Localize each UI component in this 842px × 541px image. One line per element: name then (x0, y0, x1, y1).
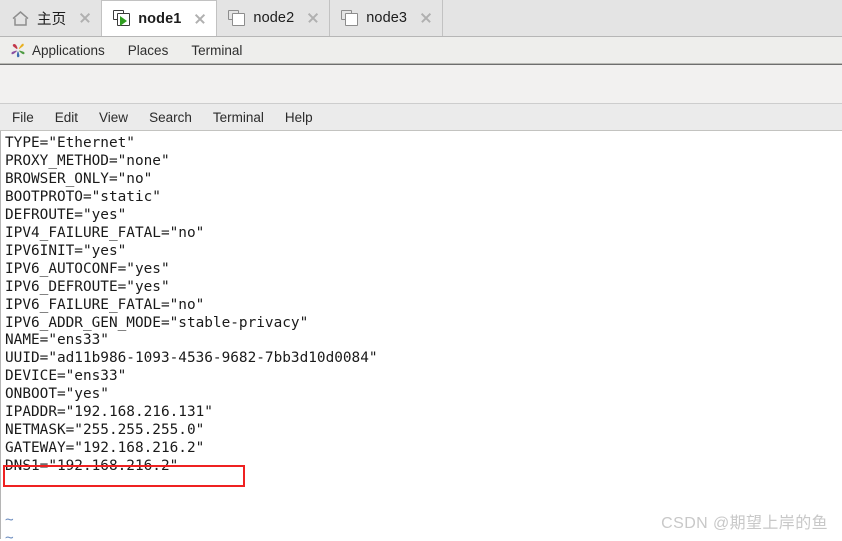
close-icon[interactable] (78, 11, 92, 25)
tab-node1[interactable]: node1 (101, 0, 218, 36)
terminal-menubar: File Edit View Search Terminal Help (0, 104, 842, 131)
running-indicator-icon (120, 16, 128, 26)
watermark: CSDN @期望上岸的鱼 (661, 515, 828, 532)
menu-help[interactable]: Help (285, 110, 313, 125)
tab-node1-label: node1 (138, 10, 182, 27)
tab-bar-empty-area (442, 0, 842, 36)
tab-node3[interactable]: node3 (329, 0, 444, 36)
menu-terminal[interactable]: Terminal (213, 110, 264, 125)
window-icon (341, 9, 359, 27)
menu-search[interactable]: Search (149, 110, 192, 125)
tab-home[interactable]: 主页 (0, 0, 103, 36)
menu-file[interactable]: File (12, 110, 34, 125)
pinwheel-icon (10, 42, 26, 58)
menu-view[interactable]: View (99, 110, 128, 125)
close-icon[interactable] (193, 12, 207, 26)
gnome-menu-places[interactable]: Places (128, 43, 182, 58)
terminal-titlebar (0, 64, 842, 104)
vim-empty-line-markers: ~ ~ ~ (5, 511, 14, 539)
terminal-window: File Edit View Search Terminal Help TYPE… (0, 64, 842, 541)
gnome-menu-applications[interactable]: Applications (32, 43, 118, 58)
tab-node2-label: node2 (253, 10, 295, 26)
window-icon (228, 9, 246, 27)
close-icon[interactable] (419, 11, 433, 25)
tab-bar: 主页 node1 node2 node3 (0, 0, 842, 37)
terminal-file-content: TYPE="Ethernet" PROXY_METHOD="none" BROW… (5, 135, 378, 475)
close-icon[interactable] (306, 11, 320, 25)
gnome-panel: Applications Places Terminal (0, 37, 842, 64)
menu-edit[interactable]: Edit (55, 110, 78, 125)
home-icon (11, 10, 30, 27)
gnome-menu-terminal[interactable]: Terminal (191, 43, 255, 58)
terminal-output-area[interactable]: TYPE="Ethernet" PROXY_METHOD="none" BROW… (0, 131, 842, 539)
tab-node3-label: node3 (366, 10, 408, 26)
window-icon (113, 10, 131, 27)
tab-node2[interactable]: node2 (216, 0, 331, 36)
tab-home-label: 主页 (37, 11, 67, 28)
